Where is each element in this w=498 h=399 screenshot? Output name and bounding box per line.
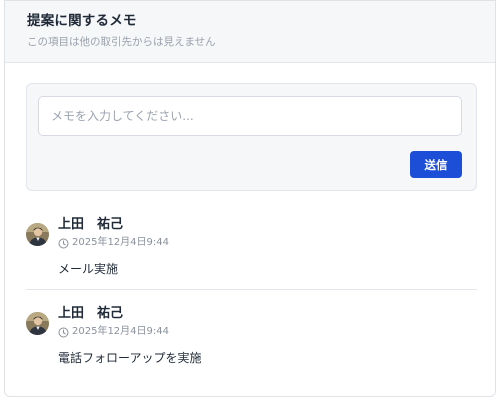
clock-icon — [58, 238, 69, 249]
memo-meta: 2025年12月4日9:44 — [58, 325, 169, 339]
panel-subtitle: この項目は他の取引先からは見えません — [27, 36, 216, 48]
memo-text: 電話フォローアップを実施 — [58, 351, 202, 365]
memo-panel-header: 提案に関するメモ この項目は他の取引先からは見えません — [5, 1, 495, 63]
memo-panel: 提案に関するメモ この項目は他の取引先からは見えません 送信 上田 祐己 — [4, 0, 496, 397]
memo-meta: 2025年12月4日9:44 — [58, 236, 169, 250]
clock-icon — [58, 327, 69, 338]
send-button[interactable]: 送信 — [410, 151, 462, 178]
memo-text: メール実施 — [58, 262, 119, 276]
memo-author: 上田 祐己 — [58, 306, 124, 321]
avatar — [26, 223, 49, 246]
avatar — [26, 312, 49, 335]
memo-input[interactable] — [38, 96, 462, 136]
memo-timestamp: 2025年12月4日9:44 — [72, 237, 169, 248]
memo-timestamp: 2025年12月4日9:44 — [72, 326, 169, 337]
memo-divider — [26, 289, 477, 290]
memo-author: 上田 祐己 — [58, 217, 124, 232]
memo-composer: 送信 — [26, 83, 477, 191]
panel-title: 提案に関するメモ — [27, 13, 137, 29]
